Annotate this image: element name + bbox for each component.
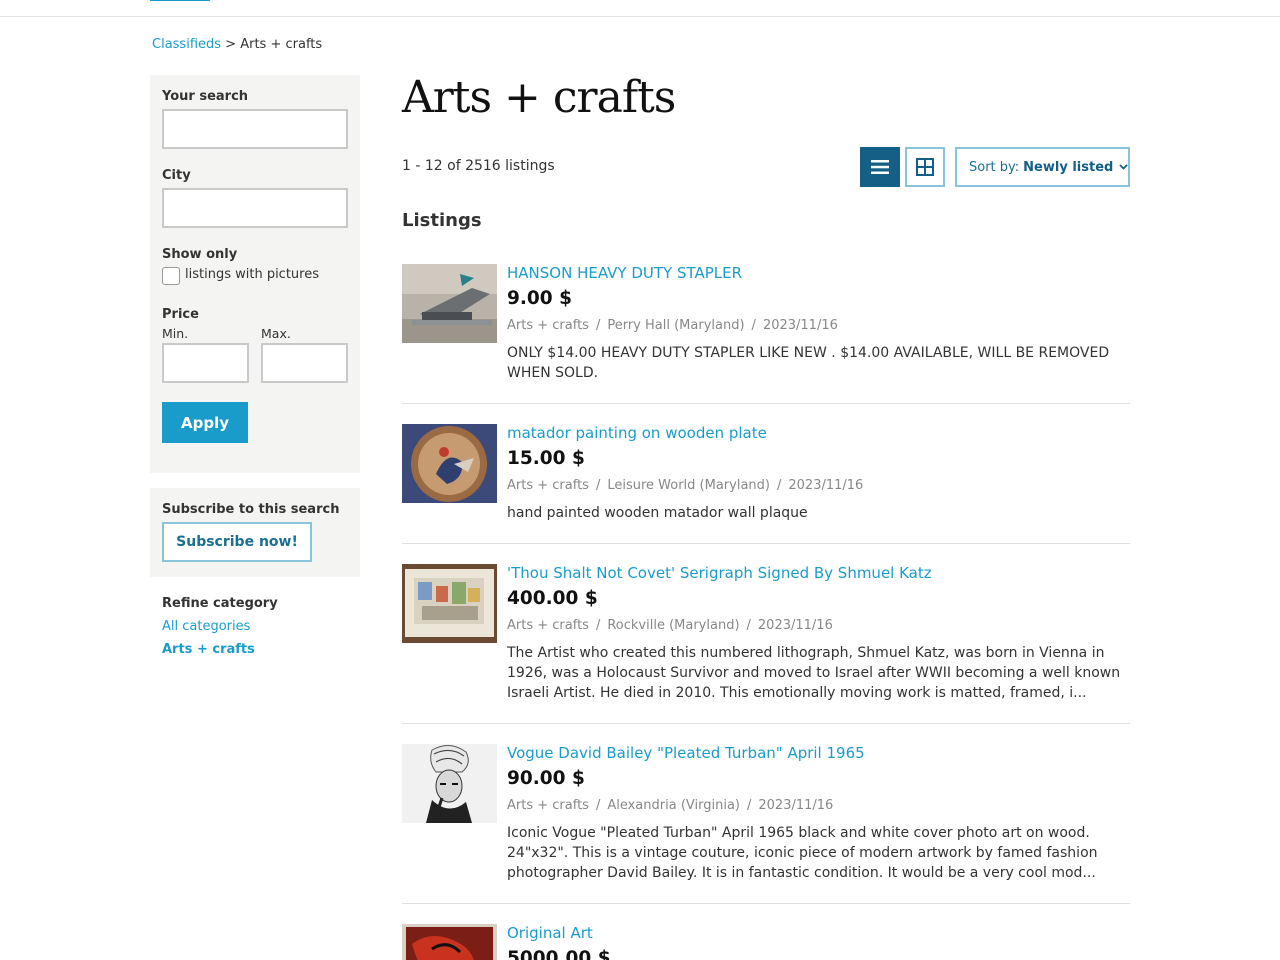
listing-title-link[interactable]: Vogue David Bailey "Pleated Turban" Apri… — [507, 744, 865, 762]
apply-button[interactable]: Apply — [162, 402, 248, 443]
listing-price: 15.00 $ — [507, 448, 585, 469]
listings-heading: Listings — [402, 210, 482, 231]
listing-price: 5000.00 $ — [507, 948, 611, 960]
listing-title-link[interactable]: matador painting on wooden plate — [507, 424, 767, 442]
listing-category: Arts + crafts — [507, 478, 589, 493]
listing-category: Arts + crafts — [507, 318, 589, 333]
listing-divider — [402, 543, 1130, 544]
price-min-input[interactable] — [162, 343, 249, 383]
listing-location: Leisure World (Maryland) — [607, 478, 770, 493]
listing-meta: Arts + crafts / Perry Hall (Maryland)/2023… — [507, 318, 838, 333]
search-input[interactable] — [162, 109, 348, 149]
listing-meta: Arts + crafts / Alexandria (Virginia)/2023… — [507, 798, 834, 813]
listing-price: 400.00 $ — [507, 588, 598, 609]
listing-item: matador painting on wooden plate 15.00 $… — [402, 424, 1130, 524]
listing-count: 1 - 12 of 2516 listings — [402, 158, 555, 174]
listing-thumbnail[interactable] — [402, 564, 497, 643]
refine-all-categories-link[interactable]: All categories — [162, 619, 250, 634]
listing-category: Arts + crafts — [507, 798, 589, 813]
listing-divider — [402, 723, 1130, 724]
list-view-icon — [871, 160, 889, 174]
show-only-label: Show only — [162, 247, 238, 262]
list-view-button[interactable] — [860, 147, 900, 187]
listing-location: Perry Hall (Maryland) — [607, 318, 745, 333]
listing-price: 9.00 $ — [507, 288, 572, 309]
listing-price: 90.00 $ — [507, 768, 585, 789]
listing-location: Rockville (Maryland) — [607, 618, 740, 633]
refine-current-category-link[interactable]: Arts + crafts — [162, 642, 255, 657]
grid-view-icon — [916, 158, 934, 176]
listing-thumbnail[interactable] — [402, 424, 497, 503]
listing-location: Alexandria (Virginia) — [607, 798, 740, 813]
pictures-only-label[interactable]: listings with pictures — [185, 267, 319, 282]
listing-thumbnail[interactable] — [402, 264, 497, 343]
listing-description: The Artist who created this numbered lit… — [507, 645, 1121, 701]
listing-title-link[interactable]: 'Thou Shalt Not Covet' Serigraph Signed … — [507, 564, 932, 582]
listing-thumbnail[interactable] — [402, 744, 497, 823]
listing-title-link[interactable]: Original Art — [507, 924, 593, 942]
top-navigation-bar — [0, 0, 1280, 17]
breadcrumb: Classifieds > Arts + crafts — [152, 37, 322, 52]
listing-item: Original Art 5000.00 $ — [402, 924, 1130, 960]
listing-description: hand painted wooden matador wall plaque — [507, 505, 808, 521]
nav-accent-line — [150, 0, 210, 1]
listing-category: Arts + crafts — [507, 618, 589, 633]
listing-date: 2023/11/16 — [757, 618, 833, 633]
listing-item: Vogue David Bailey "Pleated Turban" Apri… — [402, 744, 1130, 889]
listing-divider — [402, 403, 1130, 404]
listing-meta: Arts + crafts / Rockville (Maryland)/2023/… — [507, 618, 833, 633]
listing-date: 2023/11/16 — [762, 318, 838, 333]
price-min-label: Min. — [162, 326, 189, 341]
price-max-label: Max. — [261, 326, 291, 341]
breadcrumb-separator: > — [225, 37, 237, 52]
search-label: Your search — [162, 89, 249, 104]
city-label: City — [162, 168, 191, 183]
sort-value: Newly listed — [1023, 159, 1114, 175]
price-label: Price — [162, 307, 199, 322]
city-input[interactable] — [162, 188, 348, 228]
listing-divider — [402, 903, 1130, 904]
listing-date: 2023/11/16 — [788, 478, 864, 493]
listing-date: 2023/11/16 — [758, 798, 834, 813]
price-max-input[interactable] — [261, 343, 348, 383]
refine-heading: Refine category — [162, 596, 278, 611]
sort-label: Sort by: — [969, 159, 1020, 175]
breadcrumb-home-link[interactable]: Classifieds — [152, 37, 221, 52]
sort-dropdown[interactable]: Sort by: Newly listed — [955, 147, 1130, 187]
subscribe-heading: Subscribe to this search — [162, 502, 340, 517]
pictures-only-checkbox[interactable] — [162, 267, 180, 285]
chevron-down-icon — [1119, 162, 1128, 173]
listing-description: ONLY $14.00 HEAVY DUTY STAPLER LIKE NEW … — [507, 345, 1110, 381]
listing-description: Iconic Vogue "Pleated Turban" April 1965… — [507, 825, 1098, 881]
listing-title-link[interactable]: HANSON HEAVY DUTY STAPLER — [507, 264, 742, 282]
listing-item: HANSON HEAVY DUTY STAPLER 9.00 $ Arts + … — [402, 264, 1130, 389]
page-title: Arts + crafts — [402, 72, 676, 123]
breadcrumb-current: Arts + crafts — [240, 37, 323, 52]
grid-view-button[interactable] — [905, 147, 945, 187]
listing-meta: Arts + crafts / Leisure World (Maryland)/2… — [507, 478, 864, 493]
listing-thumbnail[interactable] — [402, 924, 497, 960]
listing-item: 'Thou Shalt Not Covet' Serigraph Signed … — [402, 564, 1130, 709]
subscribe-button[interactable]: Subscribe now! — [162, 522, 312, 562]
